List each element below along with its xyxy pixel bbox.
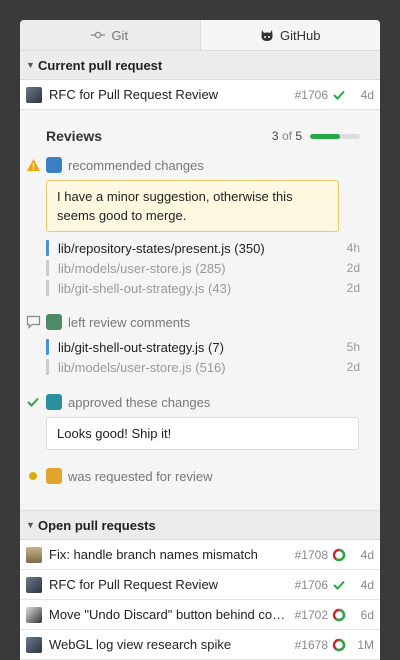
pr-number: #1706 (294, 577, 328, 592)
tab-git-label: Git (111, 27, 129, 43)
reviews-progress-bar (310, 133, 360, 139)
review-action: recommended changes (68, 157, 204, 173)
alert-icon (20, 158, 46, 172)
pr-number: #1678 (294, 637, 328, 652)
review-file-link[interactable]: lib/models/user-store.js (516) 2d (46, 357, 360, 377)
review-comment: I have a minor suggestion, otherwise thi… (46, 180, 339, 232)
tab-bar: Git GitHub (20, 20, 380, 51)
file-age: 5h (346, 340, 360, 354)
reviews-count-of: of (281, 129, 292, 143)
file-age: 2d (346, 281, 360, 295)
pr-title: Move "Undo Discard" button behind contex… (49, 607, 288, 622)
status-ring-icon (328, 638, 350, 652)
pr-title: Fix: handle branch names mismatch (49, 547, 258, 562)
review-item: recommended changes I have a minor sugge… (20, 156, 360, 298)
file-name: lib/git-shell-out-strategy.js (7) (58, 339, 224, 355)
pr-list-item[interactable]: Fix: handle branch names mismatch #1708 … (20, 540, 380, 570)
review-file-list: lib/git-shell-out-strategy.js (7) 5h lib… (46, 337, 360, 377)
file-age: 4h (346, 241, 360, 255)
tab-git[interactable]: Git (20, 20, 200, 50)
github-panel: Git GitHub ▼ Current pull request RFC fo… (20, 20, 380, 660)
avatar (46, 394, 62, 410)
pr-title: WebGL log view research spike (49, 637, 232, 652)
file-marker (46, 280, 49, 296)
pr-age: 1M (357, 637, 374, 652)
review-action: approved these changes (68, 394, 211, 410)
open-prs-header[interactable]: ▼ Open pull requests (20, 510, 380, 540)
avatar (26, 86, 42, 103)
review-file-link[interactable]: lib/repository-states/present.js (350) 4… (46, 238, 360, 258)
tab-github-label: GitHub (280, 27, 321, 43)
pending-dot-icon (20, 471, 46, 481)
status-ring-icon (328, 548, 350, 562)
avatar (26, 606, 42, 623)
section-title: Current pull request (38, 57, 163, 73)
pr-age: 6d (360, 607, 374, 622)
reviews-count: 3 of 5 (272, 129, 302, 143)
pr-number: #1706 (294, 87, 328, 102)
reviews-count-done: 3 (271, 129, 279, 143)
review-item: was requested for review (20, 467, 360, 485)
status-ring-icon (328, 608, 350, 622)
review-item: left review comments lib/git-shell-out-s… (20, 313, 360, 377)
octocat-icon (260, 29, 274, 42)
avatar (26, 576, 42, 593)
current-pr-row[interactable]: RFC for Pull Request Review #1706 4d (20, 80, 380, 110)
pr-number: #1702 (294, 607, 328, 622)
pr-title: RFC for Pull Request Review (49, 87, 219, 102)
pr-number: #1708 (294, 547, 328, 562)
pr-age: 4d (360, 547, 374, 562)
reviews-progress-fill (310, 133, 340, 139)
avatar (46, 314, 62, 330)
avatar (46, 157, 62, 173)
pr-title: RFC for Pull Request Review (49, 577, 219, 592)
file-marker (46, 260, 49, 276)
reviews-header: Reviews 3 of 5 (46, 128, 360, 144)
section-title: Open pull requests (38, 517, 156, 533)
review-item: approved these changes Looks good! Ship … (20, 393, 360, 450)
review-file-link[interactable]: lib/git-shell-out-strategy.js (7) 5h (46, 337, 360, 357)
file-name: lib/models/user-store.js (285) (58, 260, 226, 276)
reviews-count-total: 5 (295, 129, 302, 143)
chevron-down-icon: ▼ (26, 520, 35, 530)
review-action: was requested for review (68, 468, 213, 484)
avatar (26, 546, 42, 563)
comment-icon (20, 315, 46, 329)
review-file-list: lib/repository-states/present.js (350) 4… (46, 238, 360, 298)
pr-list-item[interactable]: RFC for Pull Request Review #1706 4d (20, 570, 380, 600)
file-marker (46, 359, 49, 375)
tab-github[interactable]: GitHub (199, 20, 380, 50)
reviews-panel: Reviews 3 of 5 recommended changes I hav… (20, 110, 380, 510)
file-name: lib/models/user-store.js (516) (58, 359, 226, 375)
current-pr-header[interactable]: ▼ Current pull request (20, 51, 380, 80)
check-icon (328, 580, 350, 590)
file-age: 2d (346, 360, 360, 374)
file-marker (46, 339, 49, 355)
check-icon (20, 397, 46, 407)
check-icon (328, 90, 350, 100)
file-marker (46, 240, 49, 256)
pr-list-item[interactable]: WebGL log view research spike #1678 1M (20, 630, 380, 660)
avatar (46, 468, 62, 484)
file-name: lib/git-shell-out-strategy.js (43) (58, 280, 232, 296)
chevron-down-icon: ▼ (26, 60, 35, 70)
review-file-link[interactable]: lib/models/user-store.js (285) 2d (46, 258, 360, 278)
review-comment: Looks good! Ship it! (46, 417, 359, 450)
pr-list-item[interactable]: Move "Undo Discard" button behind contex… (20, 600, 380, 630)
pr-age: 4d (360, 577, 374, 592)
reviews-title: Reviews (46, 128, 103, 144)
file-name: lib/repository-states/present.js (350) (58, 240, 265, 256)
git-commit-icon (91, 30, 106, 40)
pr-age: 4d (360, 87, 374, 102)
file-age: 2d (346, 261, 360, 275)
avatar (26, 636, 42, 653)
review-action: left review comments (68, 314, 191, 330)
review-file-link[interactable]: lib/git-shell-out-strategy.js (43) 2d (46, 278, 360, 298)
